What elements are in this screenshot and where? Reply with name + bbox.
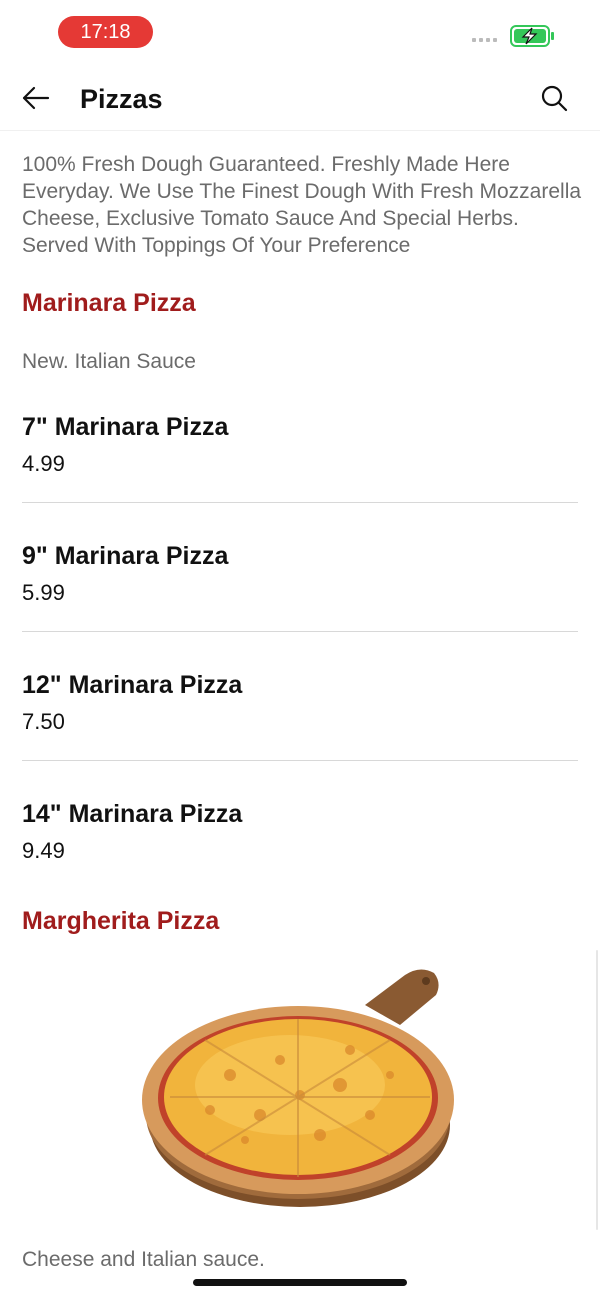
menu-item[interactable]: 14" Marinara Pizza 9.49 (22, 800, 578, 890)
menu-item[interactable]: 12" Marinara Pizza 7.50 (22, 671, 578, 800)
status-bar: 17:18 (0, 0, 600, 64)
signal-icon (472, 38, 497, 42)
section-description-marinara: New. Italian Sauce (22, 350, 196, 373)
app-header: Pizzas (0, 64, 600, 130)
menu-item-name: 14" Marinara Pizza (22, 800, 243, 828)
page-title: Pizzas (80, 84, 163, 114)
menu-item-price: 9.49 (22, 838, 65, 863)
menu-item[interactable]: 7" Marinara Pizza 4.99 (22, 413, 578, 542)
menu-item-name: 7" Marinara Pizza (22, 413, 229, 441)
menu-item-price: 5.99 (22, 580, 65, 605)
battery-icon (510, 25, 554, 47)
section-title-marinara: Marinara Pizza (22, 289, 196, 317)
category-description: 100% Fresh Dough Guaranteed. Freshly Mad… (22, 153, 582, 257)
margherita-pizza-photo[interactable] (140, 965, 460, 1215)
menu-item-price: 7.50 (22, 709, 65, 734)
section-title-margherita: Margherita Pizza (22, 907, 220, 935)
divider (22, 760, 578, 761)
menu-item-name: 9" Marinara Pizza (22, 542, 229, 570)
menu-item[interactable]: 9" Marinara Pizza 5.99 (22, 542, 578, 671)
home-indicator[interactable] (193, 1279, 407, 1286)
status-time: 17:18 (58, 16, 153, 48)
search-icon[interactable] (538, 82, 570, 114)
menu-item-price: 4.99 (22, 451, 65, 476)
divider (22, 502, 578, 503)
section-description-margherita: Cheese and Italian sauce. (22, 1248, 265, 1271)
scrollbar[interactable] (596, 950, 598, 1230)
header-divider (0, 130, 600, 131)
arrow-left-icon[interactable] (18, 82, 54, 114)
divider (22, 631, 578, 632)
menu-item-name: 12" Marinara Pizza (22, 671, 243, 699)
